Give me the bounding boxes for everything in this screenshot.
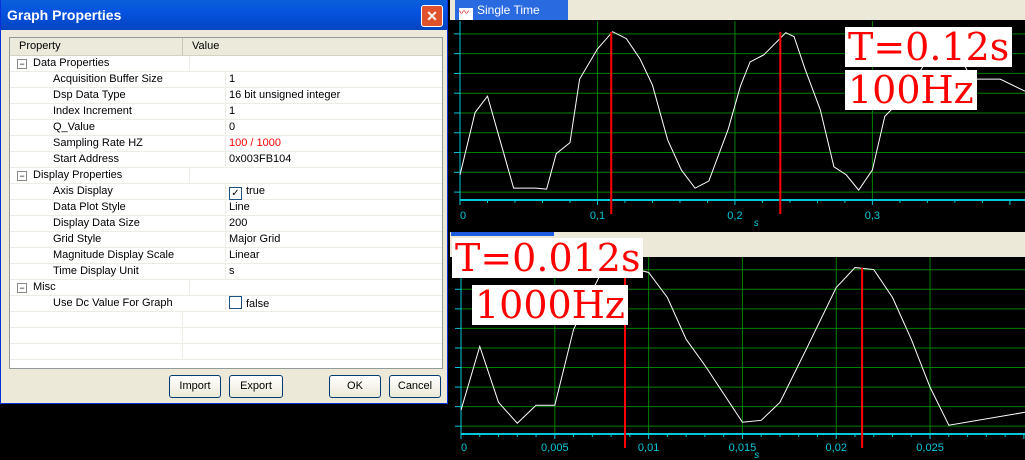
- category-label: Display Properties: [33, 169, 123, 181]
- property-row[interactable]: Magnitude Display Scale Linear: [10, 248, 442, 264]
- property-value[interactable]: 16 bit unsigned integer: [229, 89, 340, 101]
- property-row[interactable]: Data Plot Style Line: [10, 200, 442, 216]
- property-name: Sampling Rate HZ: [10, 136, 226, 151]
- category-label: Misc: [33, 281, 56, 293]
- export-button[interactable]: Export: [229, 375, 283, 398]
- property-value[interactable]: Major Grid: [229, 233, 280, 245]
- column-value[interactable]: Value: [183, 38, 219, 55]
- collapse-icon[interactable]: −: [17, 59, 27, 69]
- top-frequency-label: 100Hz: [845, 70, 977, 110]
- property-grid: Property Value − Data Properties Acquisiti…: [9, 37, 443, 369]
- property-row[interactable]: Dsp Data Type 16 bit unsigned integer: [10, 88, 442, 104]
- property-value[interactable]: 1: [229, 105, 235, 117]
- property-row[interactable]: Start Address 0x003FB104: [10, 152, 442, 168]
- graph-icon: 〰: [459, 8, 473, 20]
- grid-header: Property Value: [10, 38, 442, 56]
- property-name: Grid Style: [10, 232, 226, 247]
- graph-properties-dialog: Graph Properties ✕ Property Value − Data …: [0, 0, 448, 404]
- property-name: Dsp Data Type: [10, 88, 226, 103]
- empty-row: [10, 328, 442, 344]
- x-tick-label: 0: [460, 210, 466, 222]
- property-value[interactable]: 0x003FB104: [229, 153, 291, 165]
- empty-row: [10, 344, 442, 360]
- property-row[interactable]: Index Increment 1: [10, 104, 442, 120]
- bottom-frequency-label: 1000Hz: [472, 285, 628, 325]
- bottom-period-label: T=0.012s: [452, 238, 644, 278]
- import-button[interactable]: Import: [169, 375, 221, 398]
- x-tick-label: 0,005: [541, 442, 569, 454]
- property-row[interactable]: Grid Style Major Grid: [10, 232, 442, 248]
- property-name: Time Display Unit: [10, 264, 226, 279]
- property-value[interactable]: 100 / 1000: [229, 137, 281, 149]
- dialog-title: Graph Properties: [1, 0, 447, 30]
- property-name: Axis Display: [10, 184, 226, 199]
- property-value[interactable]: Linear: [229, 249, 260, 261]
- property-name: Q_Value: [10, 120, 226, 135]
- property-value[interactable]: 200: [229, 217, 247, 229]
- property-row[interactable]: Use Dc Value For Graph false: [10, 296, 442, 312]
- x-axis-label: s: [754, 450, 759, 460]
- property-name: Display Data Size: [10, 216, 226, 231]
- category-row[interactable]: − Misc: [10, 280, 442, 296]
- property-row[interactable]: Time Display Unit s: [10, 264, 442, 280]
- property-name: Use Dc Value For Graph: [10, 296, 226, 311]
- x-tick-label: 0,025: [916, 442, 944, 454]
- top-period-label: T=0.12s: [845, 27, 1013, 67]
- tab-bar: 〰Single Time -1✕: [450, 0, 1025, 37]
- x-tick-label: 0,3: [865, 210, 880, 222]
- property-name: Magnitude Display Scale: [10, 248, 226, 263]
- x-axis-label: s: [754, 218, 759, 229]
- property-value[interactable]: 0: [229, 121, 235, 133]
- x-tick-label: 0,01: [638, 442, 659, 454]
- collapse-icon[interactable]: −: [17, 171, 27, 181]
- property-value[interactable]: s: [229, 265, 235, 277]
- property-row[interactable]: Q_Value 0: [10, 120, 442, 136]
- close-button[interactable]: ✕: [421, 5, 443, 27]
- property-name: Data Plot Style: [10, 200, 226, 215]
- property-value[interactable]: Line: [229, 201, 250, 213]
- category-label: Data Properties: [33, 57, 110, 69]
- x-tick-label: 0,015: [729, 442, 757, 454]
- checkbox[interactable]: [229, 296, 242, 309]
- cancel-button[interactable]: Cancel: [389, 375, 441, 398]
- x-tick-label: 0,1: [590, 210, 605, 222]
- property-row[interactable]: Acquisition Buffer Size 1: [10, 72, 442, 88]
- ok-button[interactable]: OK: [329, 375, 381, 398]
- category-row[interactable]: − Display Properties: [10, 168, 442, 184]
- property-row[interactable]: Sampling Rate HZ 100 / 1000: [10, 136, 442, 152]
- checkbox[interactable]: ✓: [229, 187, 242, 200]
- category-row[interactable]: − Data Properties: [10, 56, 442, 72]
- property-name: Start Address: [10, 152, 226, 167]
- x-tick-label: 0: [461, 442, 467, 454]
- property-row[interactable]: Axis Display ✓ true: [10, 184, 442, 200]
- empty-row: [10, 312, 442, 328]
- property-name: Index Increment: [10, 104, 226, 119]
- property-value[interactable]: false: [246, 298, 269, 310]
- tab-single-time[interactable]: 〰Single Time -1✕: [455, 0, 568, 37]
- x-tick-label: 0,02: [826, 442, 847, 454]
- property-row[interactable]: Display Data Size 200: [10, 216, 442, 232]
- column-property[interactable]: Property: [10, 38, 183, 55]
- x-tick-label: 0,2: [727, 210, 742, 222]
- property-value[interactable]: true: [246, 185, 265, 197]
- collapse-icon[interactable]: −: [17, 283, 27, 293]
- property-value[interactable]: 1: [229, 73, 235, 85]
- property-name: Acquisition Buffer Size: [10, 72, 226, 87]
